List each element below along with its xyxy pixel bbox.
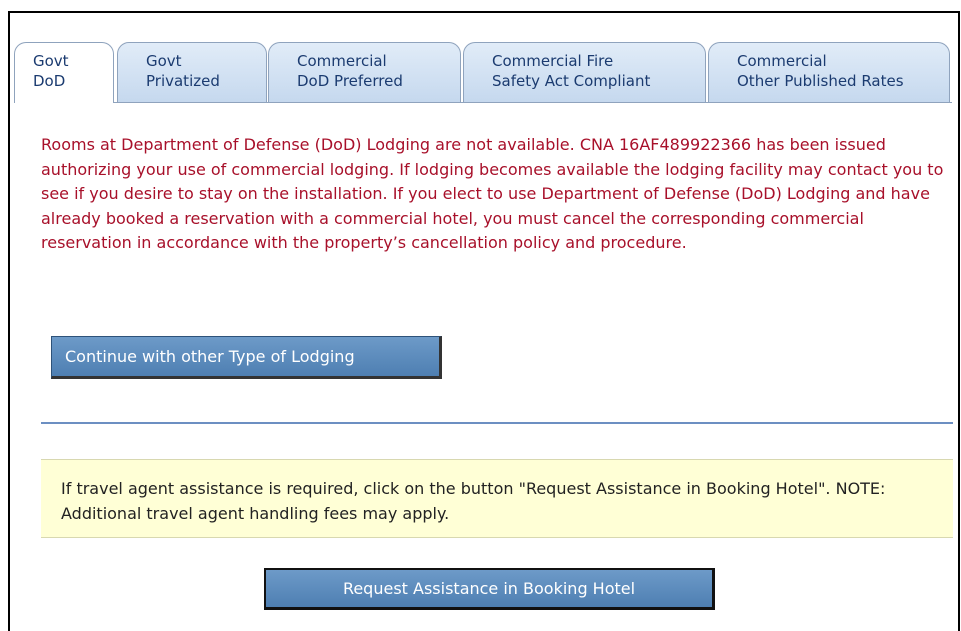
tab-label-line1: Commercial <box>737 52 827 70</box>
tab-label-line2: Other Published Rates <box>737 72 904 90</box>
content-frame <box>8 11 960 631</box>
section-divider <box>41 422 953 424</box>
tab-panel-border <box>107 102 952 103</box>
tab-label-line2: DoD <box>33 72 66 90</box>
travel-agent-assistance-notice: If travel agent assistance is required, … <box>41 459 953 538</box>
tab-label-line2: Safety Act Compliant <box>492 72 651 90</box>
tab-commercial-fire-safety[interactable]: Commercial Fire Safety Act Compliant <box>463 42 706 103</box>
lodging-unavailable-notice: Rooms at Department of Defense (DoD) Lod… <box>41 135 944 252</box>
continue-other-lodging-button[interactable]: Continue with other Type of Lodging <box>51 336 442 379</box>
tab-label-line1: Commercial <box>297 52 387 70</box>
tab-label-line1: Govt <box>33 52 69 70</box>
tab-govt-privatized[interactable]: Govt Privatized <box>117 42 267 103</box>
tab-commercial-dod-preferred[interactable]: Commercial DoD Preferred <box>268 42 461 103</box>
tab-govt-dod[interactable]: Govt DoD <box>14 42 114 103</box>
tab-label-line2: DoD Preferred <box>297 72 403 90</box>
assistance-notice-text: If travel agent assistance is required, … <box>61 479 886 523</box>
tab-commercial-other-rates[interactable]: Commercial Other Published Rates <box>708 42 950 103</box>
tab-label-line1: Commercial Fire <box>492 52 614 70</box>
tab-label-line2: Privatized <box>146 72 220 90</box>
request-assistance-button[interactable]: Request Assistance in Booking Hotel <box>264 568 715 610</box>
tab-label-line1: Govt <box>146 52 182 70</box>
